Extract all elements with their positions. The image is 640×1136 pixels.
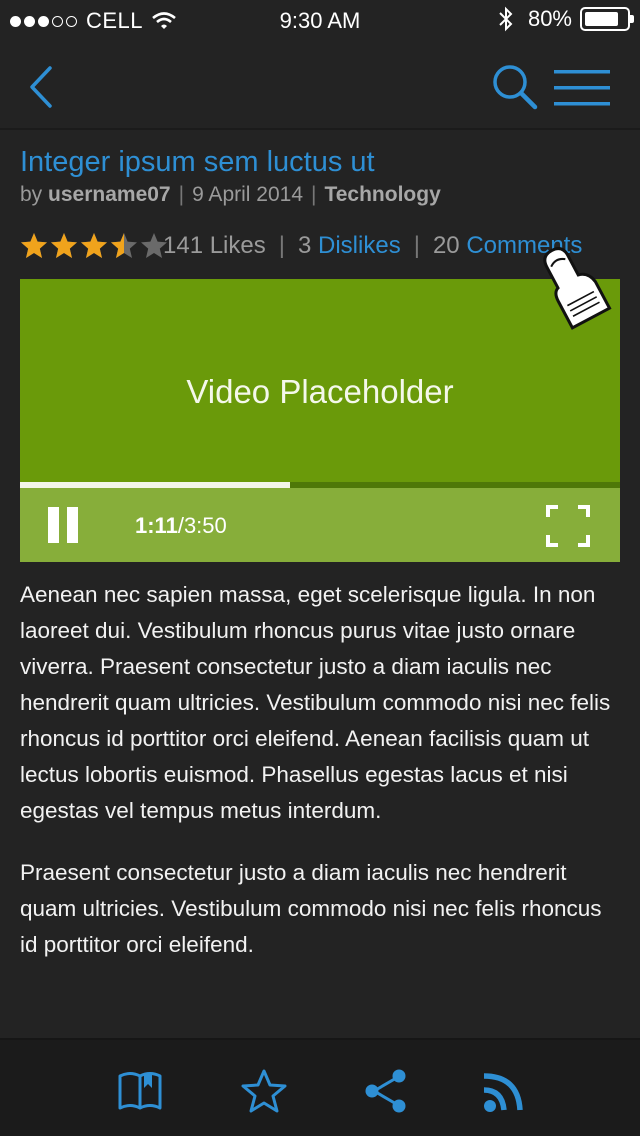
share-icon[interactable]: [362, 1068, 410, 1114]
video-elapsed: 1:11: [135, 513, 178, 538]
comments-count: 20: [432, 232, 460, 259]
battery-percent: 80%: [527, 6, 572, 31]
status-right: 80%: [498, 6, 634, 32]
dislikes-link[interactable]: Dislikes: [318, 232, 401, 259]
rss-icon[interactable]: [480, 1068, 528, 1114]
rating-star-icon[interactable]: [50, 232, 78, 260]
category-link[interactable]: Technology: [324, 183, 440, 206]
author-link[interactable]: username07: [48, 183, 171, 206]
article-body: Aenean nec sapien massa, eget scelerisqu…: [20, 577, 625, 989]
rating-star-icon[interactable]: [80, 232, 108, 260]
status-bar: CELL 9:30 AM 80%: [0, 0, 640, 40]
video-duration: /3:50: [177, 513, 227, 538]
likes-count[interactable]: 141 Likes: [163, 232, 266, 259]
pause-icon[interactable]: [48, 507, 78, 543]
video-placeholder-label: Video Placeholder: [186, 373, 454, 410]
rating-star-icon[interactable]: [20, 232, 48, 260]
rating-star-icon[interactable]: [110, 232, 138, 260]
by-label: by: [20, 183, 43, 206]
video-controls: 1:11/3:50: [20, 488, 620, 562]
bluetooth-icon: [499, 6, 513, 32]
fullscreen-icon[interactable]: [546, 505, 590, 547]
bottom-tab-bar: [0, 1038, 640, 1136]
back-icon[interactable]: [24, 64, 60, 110]
article-paragraph: Aenean nec sapien massa, eget scelerisqu…: [20, 582, 611, 823]
star-rating[interactable]: [20, 232, 170, 260]
dislikes-count: 3: [297, 232, 312, 259]
star-icon[interactable]: [240, 1068, 288, 1114]
article-title: Integer ipsum sem luctus ut: [20, 146, 375, 178]
video-time: 1:11/3:50: [135, 513, 227, 539]
search-icon[interactable]: [490, 62, 540, 112]
battery-icon: [580, 7, 634, 31]
navigation-bar: [0, 40, 640, 130]
hand-pointer-icon: [543, 247, 612, 330]
feedback-counts: 141 Likes | 3 Dislikes | 20 Comments: [163, 232, 583, 259]
hamburger-menu-icon[interactable]: [554, 68, 610, 108]
article-meta: by username07 | 9 April 2014 | Technology: [20, 183, 441, 206]
article-date: 9 April 2014: [192, 183, 303, 206]
book-icon[interactable]: [116, 1068, 164, 1114]
article-paragraph: Praesent consectetur justo a diam iaculi…: [20, 860, 602, 957]
